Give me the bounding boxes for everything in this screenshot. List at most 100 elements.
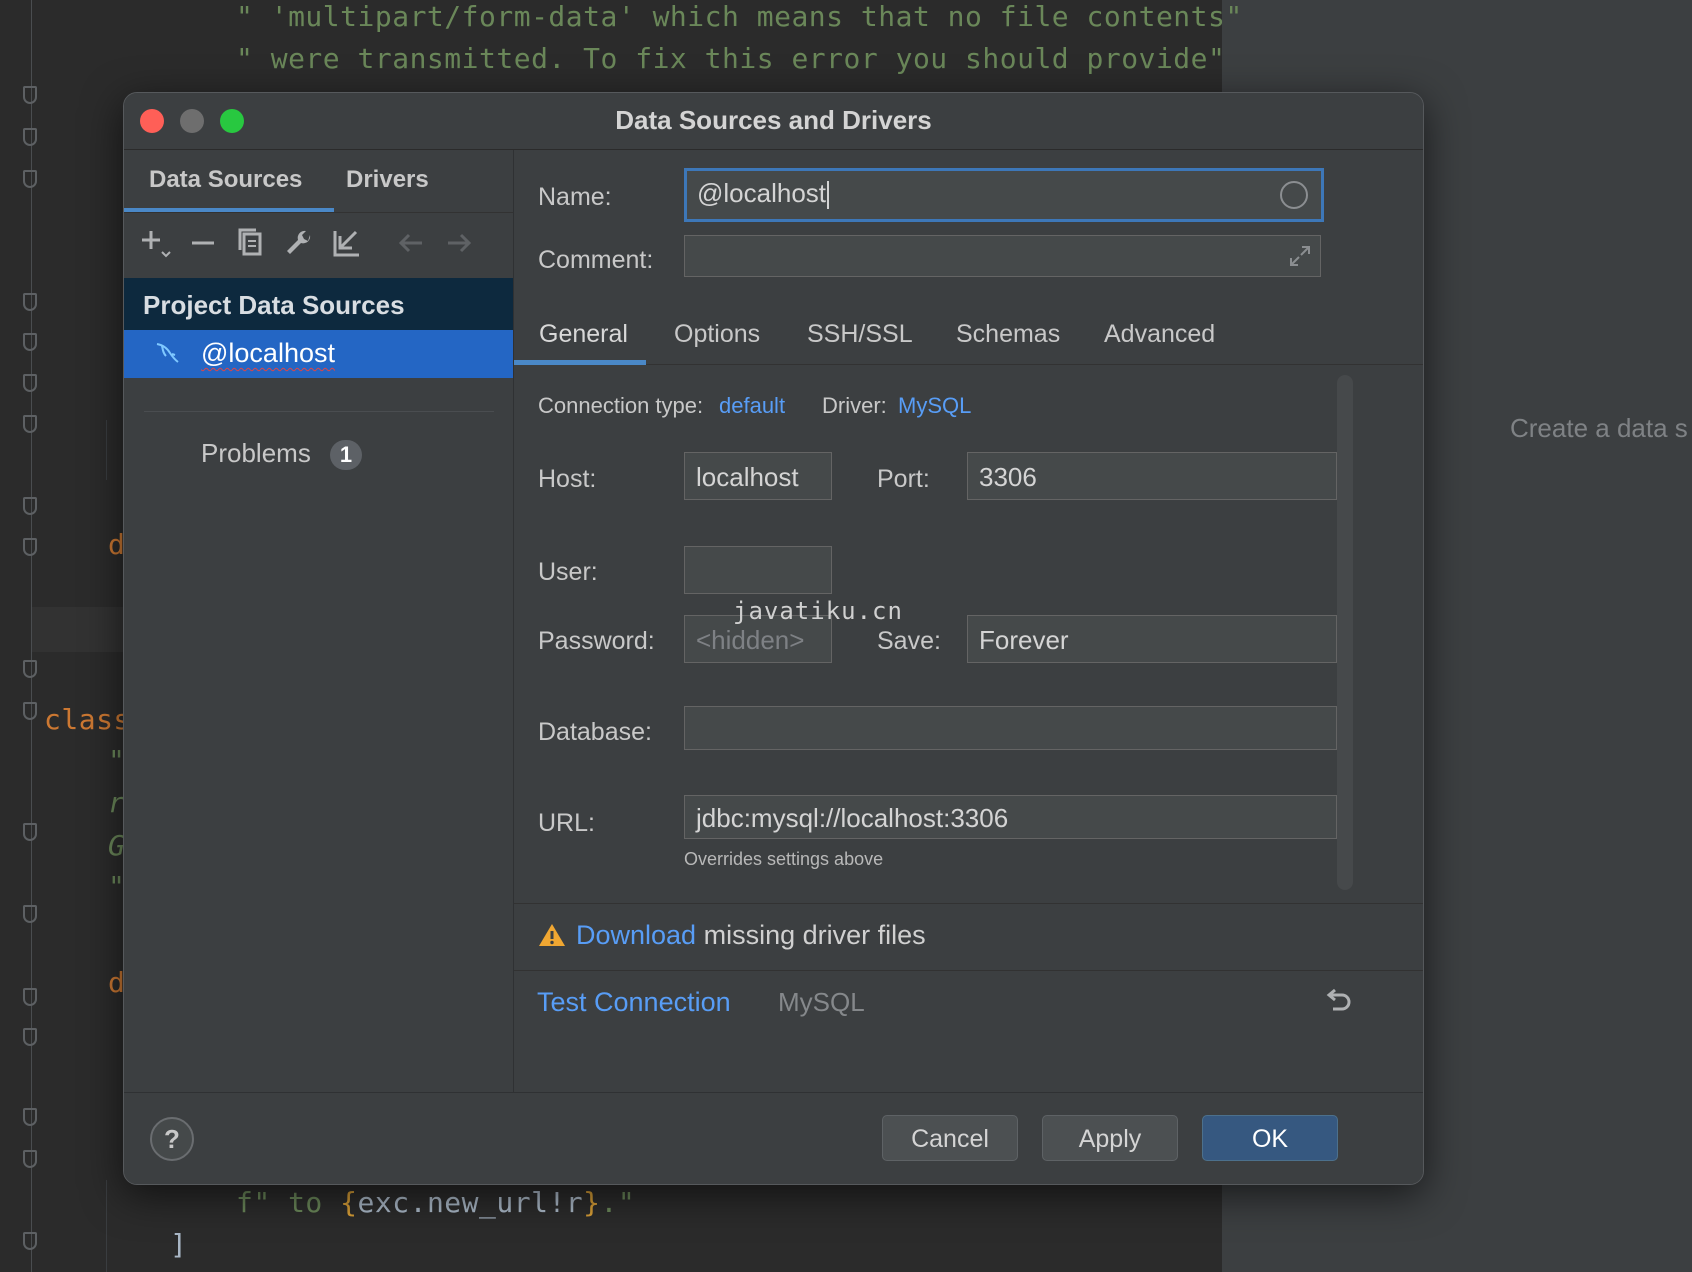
name-field[interactable]: @localhost <box>684 168 1324 222</box>
back-arrow-icon[interactable] <box>394 226 428 260</box>
test-connection-row: Test Connection MySQL <box>514 970 1423 1036</box>
test-connection-link[interactable]: Test Connection <box>537 987 731 1018</box>
host-field[interactable]: localhost <box>684 452 832 500</box>
problems-count-badge: 1 <box>330 440 362 470</box>
indent-guide <box>106 420 107 480</box>
left-panel: Data Sources Drivers Project Data Source… <box>124 150 514 1092</box>
indent-guide <box>106 1180 107 1272</box>
ok-button[interactable]: OK <box>1202 1115 1338 1161</box>
fold-marker-icon[interactable] <box>23 1150 37 1168</box>
left-tabs: Data Sources Drivers <box>124 150 513 213</box>
section-title: Project Data Sources <box>143 290 405 320</box>
url-label: URL: <box>538 809 595 837</box>
fold-marker-icon[interactable] <box>23 128 37 146</box>
port-field[interactable]: 3306 <box>967 452 1337 500</box>
fold-marker-icon[interactable] <box>23 660 37 678</box>
fold-marker-icon[interactable] <box>23 86 37 104</box>
dialog-title: Data Sources and Drivers <box>615 105 932 135</box>
code-brace: } <box>583 1186 601 1219</box>
data-source-item-localhost[interactable]: @localhost <box>124 330 513 378</box>
driver-warning-bar: Download missing driver files <box>514 903 1423 971</box>
right-panel: Name: @localhost Comment: General Option… <box>514 150 1423 1092</box>
code-string: f" to <box>236 1186 341 1219</box>
data-source-label: @localhost <box>201 338 335 368</box>
create-data-source-hint: Create a data s <box>1510 413 1688 443</box>
fold-marker-icon[interactable] <box>23 415 37 433</box>
warning-message: Download missing driver files <box>576 920 926 951</box>
fold-marker-icon[interactable] <box>23 702 37 720</box>
fold-marker-icon[interactable] <box>23 905 37 923</box>
remove-icon[interactable] <box>186 226 220 260</box>
comment-field[interactable] <box>684 235 1321 277</box>
wrench-icon[interactable] <box>282 226 316 260</box>
driver-link[interactable]: MySQL <box>898 393 971 419</box>
connection-type-label: Connection type: <box>538 393 704 418</box>
name-field-value: @localhost <box>697 178 827 208</box>
fold-marker-icon[interactable] <box>23 1028 37 1046</box>
tab-options[interactable]: Options <box>674 320 760 349</box>
scrollbar[interactable] <box>1337 375 1353 890</box>
fold-marker-icon[interactable] <box>23 293 37 311</box>
test-driver-label: MySQL <box>778 987 865 1017</box>
data-sources-dialog: Data Sources and Drivers Data Sources Dr… <box>123 92 1424 1185</box>
warning-text: missing driver files <box>696 920 926 950</box>
driver-label: Driver: <box>822 393 887 418</box>
cancel-button[interactable]: Cancel <box>882 1115 1018 1161</box>
watermark: javatiku.cn <box>733 597 903 625</box>
fold-marker-icon[interactable] <box>23 1108 37 1126</box>
fold-marker-icon[interactable] <box>23 497 37 515</box>
tab-advanced[interactable]: Advanced <box>1104 320 1215 349</box>
code-expression: exc.new_url!r <box>357 1186 584 1219</box>
user-label: User: <box>538 558 598 586</box>
url-note: Overrides settings above <box>684 849 884 869</box>
revert-icon[interactable] <box>1322 986 1352 1016</box>
text-caret <box>827 181 830 210</box>
gutter-line <box>31 0 32 1272</box>
code-line: " 'multipart/form-data' which means that… <box>236 0 1243 33</box>
copy-icon[interactable] <box>234 226 268 260</box>
code-brace: { <box>340 1186 358 1219</box>
user-field[interactable] <box>684 546 832 594</box>
fold-marker-icon[interactable] <box>23 170 37 188</box>
code-string: ." <box>600 1186 636 1219</box>
tab-general[interactable]: General <box>539 320 628 349</box>
tab-data-sources[interactable]: Data Sources <box>149 166 302 194</box>
code-line-bottom: f" to {exc.new_url!r}." <box>236 1186 635 1219</box>
connection-type-link[interactable]: default <box>719 393 785 419</box>
tab-schemas[interactable]: Schemas <box>956 320 1060 349</box>
fold-marker-icon[interactable] <box>23 333 37 351</box>
fold-marker-icon[interactable] <box>23 988 37 1006</box>
settings-tabs: General Options SSH/SSL Schemas Advanced <box>514 306 1423 365</box>
mysql-dolphin-icon <box>156 343 179 363</box>
expand-icon[interactable] <box>1287 243 1313 275</box>
active-tab-indicator <box>514 360 646 365</box>
code-line: " were transmitted. To fix this error yo… <box>236 42 1226 75</box>
comment-label: Comment: <box>538 246 654 274</box>
color-picker-icon[interactable] <box>1280 181 1308 209</box>
save-select[interactable]: Forever <box>967 615 1337 663</box>
url-field[interactable]: jdbc:mysql://localhost:3306 <box>684 795 1337 839</box>
divider <box>144 411 494 412</box>
dialog-titlebar[interactable]: Data Sources and Drivers <box>124 93 1423 150</box>
port-label: Port: <box>877 465 930 493</box>
fold-marker-icon[interactable] <box>23 1232 37 1250</box>
fold-marker-icon[interactable] <box>23 538 37 556</box>
import-icon[interactable] <box>330 226 364 260</box>
fold-marker-icon[interactable] <box>23 374 37 392</box>
database-field[interactable] <box>684 706 1337 750</box>
password-label: Password: <box>538 627 655 655</box>
save-label: Save: <box>877 627 941 655</box>
help-button[interactable]: ? <box>150 1117 194 1161</box>
download-link[interactable]: Download <box>576 920 696 950</box>
host-label: Host: <box>538 465 597 493</box>
apply-button[interactable]: Apply <box>1042 1115 1178 1161</box>
fold-marker-icon[interactable] <box>23 823 37 841</box>
tab-drivers[interactable]: Drivers <box>346 166 429 194</box>
project-data-sources-header: Project Data Sources <box>124 278 513 330</box>
add-icon[interactable] <box>138 226 172 260</box>
problems-item[interactable]: Problems <box>201 438 311 469</box>
tab-ssh-ssl[interactable]: SSH/SSL <box>807 320 913 349</box>
forward-arrow-icon[interactable] <box>442 226 476 260</box>
name-label: Name: <box>538 183 612 211</box>
code-bracket: ] <box>170 1228 188 1261</box>
